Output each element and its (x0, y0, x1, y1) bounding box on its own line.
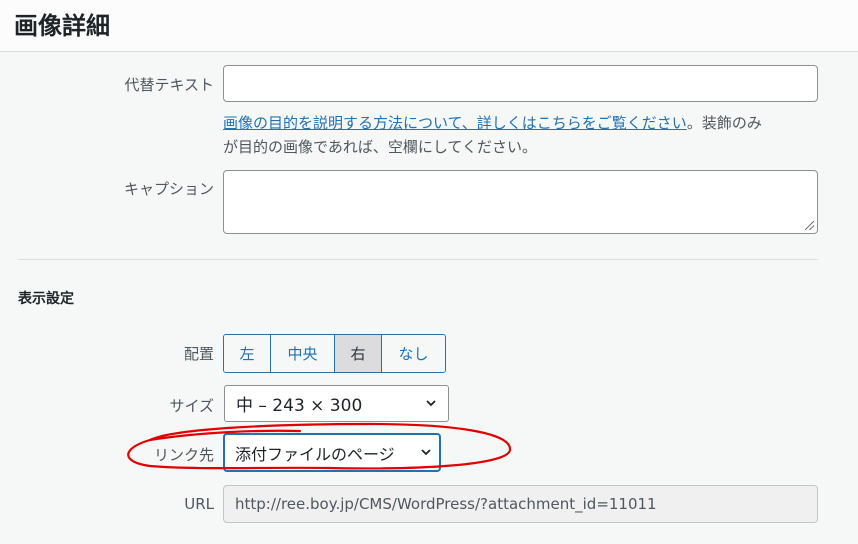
caption-textarea[interactable] (223, 170, 818, 234)
display-settings-title: 表示設定 (18, 291, 74, 307)
url-label: URL (184, 495, 214, 513)
link-to-select-value: 添付ファイルのページ (235, 444, 395, 464)
page-title: 画像詳細 (14, 12, 110, 40)
resize-handle-icon[interactable] (805, 221, 814, 230)
alt-text-help-line2: が目的の画像であれば、空欄にしてください。 (223, 138, 537, 156)
align-label: 配置 (183, 345, 214, 363)
align-center-button[interactable]: 中央 (271, 335, 335, 372)
alt-text-help-suffix: 。装飾のみ (686, 114, 762, 132)
size-select[interactable]: 中 – 243 × 300 (224, 385, 449, 422)
chevron-down-icon (426, 400, 436, 407)
size-select-value: 中 – 243 × 300 (236, 396, 363, 416)
alt-text-help-link[interactable]: 画像の目的を説明する方法について、詳しくはこちらをご覧ください (223, 114, 687, 132)
alt-text-label: 代替テキスト (124, 76, 214, 94)
attachment-details-panel: 代替テキスト 画像の目的を説明する方法について、詳しくはこちらをご覧ください。装… (0, 52, 858, 544)
modal-header: 画像詳細 (0, 0, 858, 52)
alt-text-description: 画像の目的を説明する方法について、詳しくはこちらをご覧ください。装飾のみ が目的… (223, 111, 823, 159)
align-button-group: 左 中央 右 なし (223, 334, 446, 373)
chevron-down-icon (421, 449, 431, 456)
section-divider (18, 259, 818, 260)
alt-text-input[interactable] (223, 65, 818, 102)
align-none-button[interactable]: なし (382, 335, 445, 372)
size-label: サイズ (169, 397, 214, 415)
align-left-button[interactable]: 左 (224, 335, 271, 372)
url-field[interactable]: http://ree.boy.jp/CMS/WordPress/?attachm… (223, 485, 818, 523)
caption-label: キャプション (123, 180, 214, 198)
link-to-select[interactable]: 添付ファイルのページ (224, 434, 440, 471)
url-value: http://ree.boy.jp/CMS/WordPress/?attachm… (235, 495, 657, 513)
link-to-label: リンク先 (153, 446, 214, 464)
align-right-button[interactable]: 右 (335, 335, 382, 372)
